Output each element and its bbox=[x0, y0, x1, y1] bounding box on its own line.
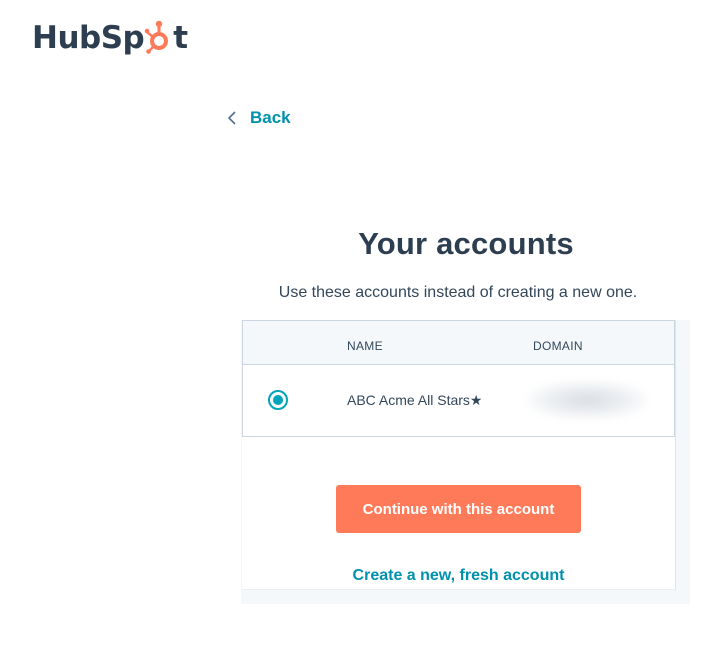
page-title: Your accounts bbox=[358, 226, 574, 261]
logo-text-start: HubSp bbox=[32, 20, 145, 56]
account-name: ABC Acme All Stars★ bbox=[347, 392, 483, 408]
radio-selected-dot bbox=[273, 395, 283, 405]
sprocket-icon bbox=[144, 20, 169, 54]
back-link[interactable]: Back bbox=[226, 108, 291, 128]
column-header-name: NAME bbox=[347, 339, 383, 353]
page: HubSp t Back Your accounts Use these acc… bbox=[0, 0, 723, 657]
logo-text-end: t bbox=[173, 20, 188, 56]
account-domain-redacted bbox=[527, 381, 647, 419]
hubspot-logo[interactable]: HubSp t bbox=[32, 18, 188, 58]
table-header: NAME DOMAIN bbox=[243, 321, 674, 365]
table-row[interactable]: ABC Acme All Stars★ bbox=[243, 365, 674, 436]
create-account-link[interactable]: Create a new, fresh account bbox=[242, 567, 675, 585]
account-radio-button[interactable] bbox=[268, 390, 288, 410]
continue-button[interactable]: Continue with this account bbox=[336, 485, 581, 533]
column-header-domain: DOMAIN bbox=[533, 339, 583, 353]
page-subtitle: Use these accounts instead of creating a… bbox=[278, 284, 638, 301]
accounts-table: NAME DOMAIN ABC Acme All Stars★ bbox=[242, 320, 675, 437]
chevron-left-icon bbox=[227, 111, 236, 125]
back-label: Back bbox=[250, 108, 291, 127]
